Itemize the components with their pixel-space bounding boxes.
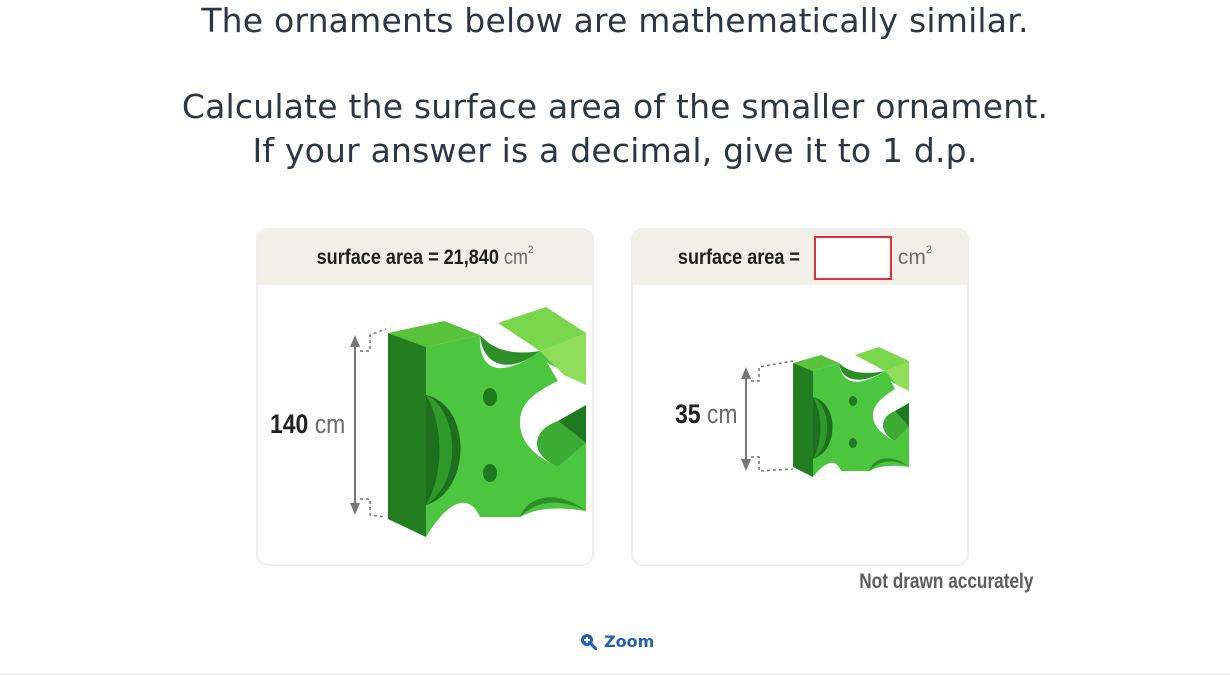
small-card-header: surface area = cm2 — [633, 230, 967, 285]
large-surface-area-unit: cm2 — [503, 243, 534, 269]
question-instruction: Calculate the surface area of the smalle… — [181, 87, 1049, 126]
large-card-header: surface area = 21,840 cm2 — [258, 230, 592, 285]
large-height-arrow — [350, 328, 387, 518]
not-drawn-accurately-note: Not drawn accurately — [858, 570, 1033, 593]
large-card-body: 140 cm — [258, 285, 592, 564]
small-ornament-shape — [793, 347, 909, 477]
question-statement: The ornaments below are mathematically s… — [201, 1, 1029, 40]
question-rounding-instruction: If your answer is a decimal, give it to … — [252, 131, 978, 170]
large-ornament-card: surface area = 21,840 cm2 140 cm — [256, 228, 594, 566]
small-card-body: 35 cm — [633, 285, 967, 564]
answer-input-box[interactable] — [813, 235, 892, 280]
large-ornament-shape — [388, 307, 586, 537]
small-ornament-card: surface area = cm2 35 cm — [631, 228, 969, 566]
zoom-in-icon — [581, 634, 597, 650]
question-page: The ornaments below are mathematically s… — [0, 0, 1230, 675]
small-ornament-figure — [741, 347, 909, 477]
zoom-label: Zoom — [604, 632, 655, 651]
small-surface-area-label: surface area = — [677, 245, 800, 269]
zoom-button[interactable]: Zoom — [580, 632, 654, 651]
small-surface-area-unit: cm2 — [897, 243, 932, 269]
large-surface-area-label: surface area = 21,840 — [316, 245, 499, 269]
large-ornament-figure — [350, 307, 586, 537]
small-height-arrow — [741, 360, 794, 472]
